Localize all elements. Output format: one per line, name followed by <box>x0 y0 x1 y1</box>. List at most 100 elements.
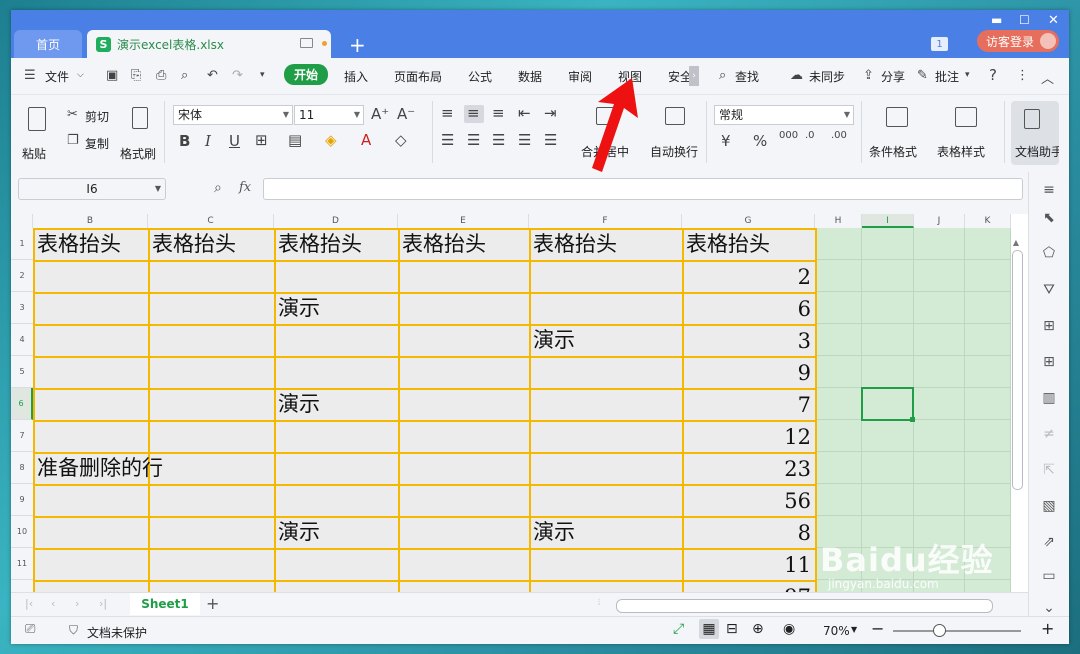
table-cell[interactable] <box>274 484 400 518</box>
increase-decimal-icon[interactable]: .0 <box>805 130 815 141</box>
chart-icon[interactable]: ▥ <box>1041 390 1057 406</box>
vertical-scrollbar[interactable] <box>1012 250 1023 490</box>
scroll-up-icon[interactable]: ▲ <box>1011 238 1021 247</box>
cell-g6[interactable]: 7 <box>682 390 811 420</box>
fill-bucket-icon[interactable]: ⛛ <box>1041 282 1057 298</box>
sheet-tab-sheet1[interactable]: Sheet1 <box>130 593 200 615</box>
table-cell[interactable] <box>148 324 276 358</box>
search-label[interactable]: 查找 <box>735 68 759 85</box>
zoom-level[interactable]: 70% <box>823 624 850 638</box>
table-cell[interactable] <box>398 388 531 422</box>
table-cell[interactable] <box>398 356 531 390</box>
table-cell[interactable] <box>148 420 276 454</box>
increase-font-icon[interactable]: A⁺ <box>371 105 389 123</box>
page-break-view-icon[interactable]: ⊟ <box>726 621 738 637</box>
comment-dropdown-icon[interactable]: ▾ <box>965 70 970 80</box>
column-header-h[interactable]: H <box>815 214 862 228</box>
quick-access-dropdown-icon[interactable]: ▾ <box>260 70 265 80</box>
row-header-4[interactable]: 4 <box>11 324 33 356</box>
name-box[interactable]: I6 ▼ <box>18 178 166 200</box>
fx-icon[interactable]: fx <box>239 180 251 195</box>
column-header-f[interactable]: F <box>529 214 682 228</box>
row-header-5[interactable]: 5 <box>11 356 33 388</box>
justify-icon[interactable]: ☰ <box>518 131 531 149</box>
maximize-icon[interactable]: ☐ <box>1019 13 1030 27</box>
font-size-select[interactable]: 11 ▼ <box>294 105 364 125</box>
cut-button[interactable]: 剪切 <box>85 108 109 125</box>
table-cell[interactable] <box>33 420 150 454</box>
header-cell-g[interactable]: 表格抬头 <box>686 229 813 259</box>
sync-status[interactable]: 未同步 <box>809 68 845 85</box>
tab-home[interactable]: 首页 <box>14 30 82 58</box>
table-cell[interactable] <box>33 324 150 358</box>
macro-icon[interactable]: ⎚ <box>25 622 35 637</box>
table-cell[interactable] <box>274 452 400 486</box>
table-cell[interactable] <box>148 484 276 518</box>
table-cell[interactable] <box>33 580 150 592</box>
fill-handle[interactable] <box>910 417 915 422</box>
window-count-badge[interactable]: 1 <box>931 37 948 51</box>
more-options-icon[interactable]: ⋮ <box>1016 68 1029 83</box>
zoom-out-icon[interactable]: − <box>871 619 884 638</box>
table-cell[interactable] <box>148 516 276 550</box>
table-cell[interactable] <box>33 292 150 326</box>
splitter-handle-icon[interactable]: ⦙ <box>598 598 600 608</box>
header-cell-e[interactable]: 表格抬头 <box>402 229 527 259</box>
collapse-sidebar-icon[interactable]: ≡ <box>1041 182 1057 198</box>
prev-sheet-icon[interactable]: ‹ <box>51 597 55 610</box>
table-cell[interactable] <box>33 260 150 294</box>
align-center-icon[interactable]: ☰ <box>467 131 480 149</box>
zoom-dropdown-icon[interactable]: ▼ <box>851 625 857 634</box>
table-cell[interactable] <box>529 580 684 592</box>
cell-d6[interactable]: 演示 <box>278 389 320 419</box>
cell-g8[interactable]: 23 <box>682 454 811 484</box>
copy-button[interactable]: 复制 <box>85 135 109 152</box>
new-tab-button[interactable]: + <box>349 33 366 57</box>
row-header-6[interactable]: 6 <box>11 388 33 420</box>
decrease-font-icon[interactable]: A⁻ <box>397 105 415 123</box>
header-cell-f[interactable]: 表格抬头 <box>533 229 680 259</box>
scissors-icon[interactable]: ✂ <box>67 107 78 122</box>
paste-button[interactable]: 粘贴 <box>22 145 46 162</box>
fullscreen-icon[interactable]: ⤢ <box>673 621 684 637</box>
help-icon[interactable]: ? <box>989 66 997 84</box>
wrap-text-button[interactable]: 自动换行 <box>650 143 698 160</box>
cell-g4[interactable]: 3 <box>682 326 811 356</box>
align-bottom-icon[interactable]: ≡ <box>492 104 505 122</box>
table-style-icon[interactable] <box>955 107 977 127</box>
menu-file[interactable]: 文件 <box>45 68 69 85</box>
collapse-ribbon-icon[interactable]: ︿ <box>1041 68 1054 87</box>
fill-color-icon[interactable]: ◈ <box>325 131 337 149</box>
cell-g3[interactable]: 6 <box>682 294 811 324</box>
column-header-e[interactable]: E <box>398 214 529 228</box>
zoom-lookup-icon[interactable]: ⌕ <box>214 180 222 196</box>
table-cell[interactable] <box>33 356 150 390</box>
protection-status[interactable]: 文档未保护 <box>87 624 147 641</box>
table-cell[interactable] <box>398 292 531 326</box>
comment-button[interactable]: 批注 <box>935 68 959 85</box>
archive-icon[interactable]: ▭ <box>1041 568 1057 584</box>
print-preview-icon[interactable]: ⌕ <box>181 68 188 83</box>
increase-indent-icon[interactable]: ⇥ <box>544 104 557 122</box>
header-cell-b[interactable]: 表格抬头 <box>37 229 146 259</box>
table-cell[interactable] <box>148 580 276 592</box>
font-name-select[interactable]: 宋体 ▼ <box>173 105 293 125</box>
shapes-icon[interactable]: ⬠ <box>1041 245 1057 261</box>
menu-formulas[interactable]: 公式 <box>468 68 492 85</box>
italic-icon[interactable]: I <box>205 132 211 150</box>
row-header-1[interactable]: 1 <box>11 228 33 260</box>
table-icon[interactable]: ⊞ <box>1041 318 1057 334</box>
format-painter-button[interactable]: 格式刷 <box>120 145 156 162</box>
undo-icon[interactable]: ↶ <box>207 68 218 83</box>
cell-b8[interactable]: 准备删除的行 <box>37 453 163 483</box>
comment-icon[interactable]: ✎ <box>917 68 928 83</box>
cell-g10[interactable]: 8 <box>682 518 811 548</box>
cell-f4[interactable]: 演示 <box>533 325 575 355</box>
align-right-icon[interactable]: ☰ <box>492 131 505 149</box>
menu-insert[interactable]: 插入 <box>344 68 368 85</box>
percent-icon[interactable]: % <box>753 132 767 150</box>
table-cell[interactable] <box>398 324 531 358</box>
table-cell[interactable] <box>148 388 276 422</box>
monitor-icon[interactable] <box>300 38 313 48</box>
table-cell[interactable] <box>274 548 400 582</box>
